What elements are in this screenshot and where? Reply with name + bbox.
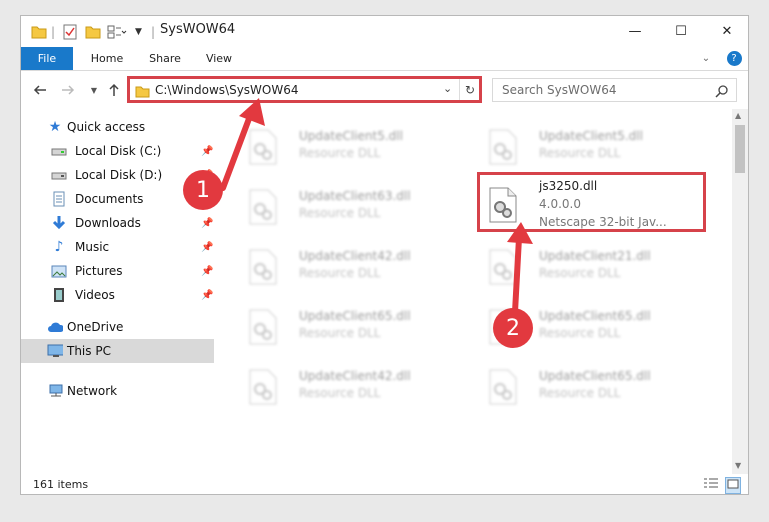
step-2-badge: 2 [493, 308, 533, 348]
step-1-badge: 1 [183, 170, 223, 210]
explorer-window: | ▼ | SysWOW64 — ☐ ✕ File Home Share Vie… [20, 15, 749, 495]
annotation-arrows [220, 98, 533, 315]
